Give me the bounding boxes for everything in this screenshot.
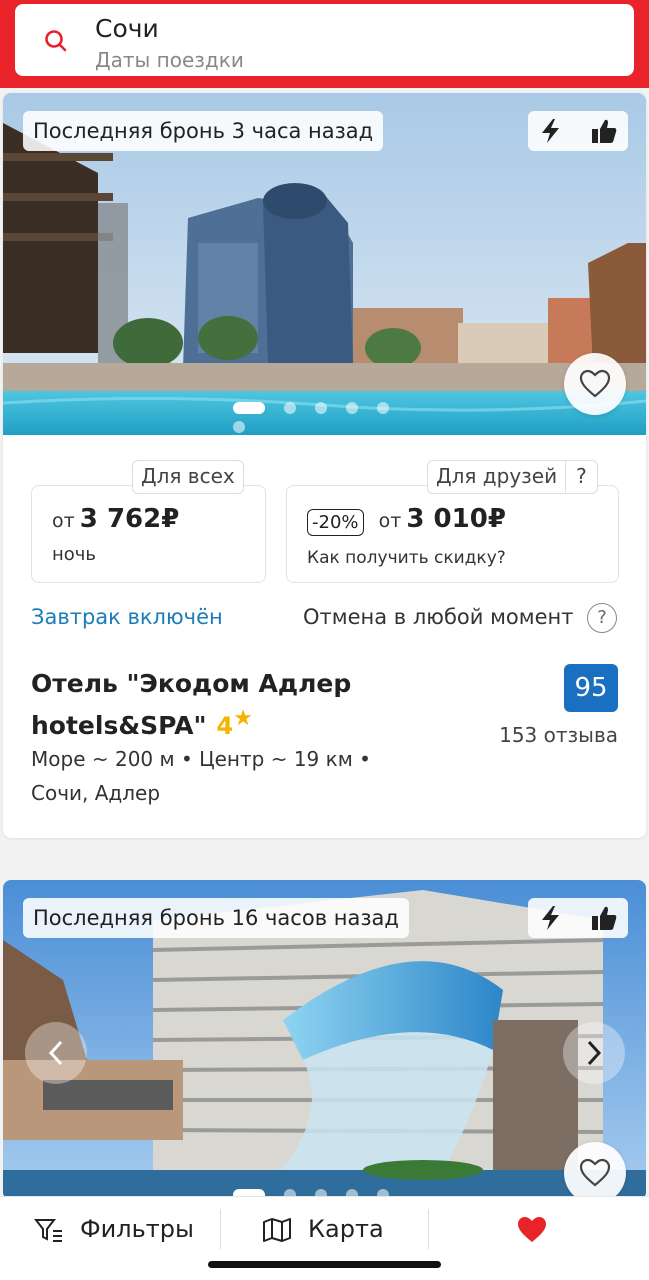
reviews-count[interactable]: 153 отзыва xyxy=(499,723,618,747)
filters-label: Фильтры xyxy=(80,1215,194,1243)
price-for-all[interactable]: Для всех от 3 762₽ ночь xyxy=(31,460,266,583)
star-icon: ★ xyxy=(233,706,253,731)
map-button[interactable]: Карта xyxy=(262,1211,384,1247)
feature-badges xyxy=(528,898,628,938)
friends-help-button[interactable]: ? xyxy=(565,461,589,492)
chevron-left-icon xyxy=(48,1040,63,1066)
how-to-get-discount-link[interactable]: Как получить скидку? xyxy=(307,548,506,568)
heart-outline-icon xyxy=(579,1158,611,1187)
favorites-button[interactable] xyxy=(516,1216,548,1248)
home-indicator xyxy=(208,1261,441,1268)
discount-badge: -20% xyxy=(307,509,364,536)
free-cancellation: Отмена в любой момент xyxy=(303,605,574,629)
heart-outline-icon xyxy=(579,369,611,398)
filter-icon xyxy=(33,1219,62,1242)
star-rating: 4★ xyxy=(216,706,253,740)
price-value-friends: 3 010₽ xyxy=(406,504,506,534)
search-icon xyxy=(45,30,67,52)
cancellation-help-button[interactable]: ? xyxy=(587,603,617,633)
price-from-label: от xyxy=(378,510,402,532)
favorite-button[interactable] xyxy=(564,353,626,415)
lightning-icon xyxy=(542,906,559,930)
map-icon xyxy=(263,1218,291,1242)
price-per-night: ночь xyxy=(52,544,97,565)
last-booking-badge: Последняя бронь 3 часа назад xyxy=(23,111,384,151)
hotel-card[interactable]: Последняя бронь 3 часа назад Для всех от… xyxy=(3,93,646,838)
next-photo-button[interactable] xyxy=(563,1022,625,1084)
thumbs-up-icon xyxy=(592,906,617,930)
rating-badge: 95 xyxy=(564,664,618,712)
last-booking-badge: Последняя бронь 16 часов назад xyxy=(23,898,409,938)
divider xyxy=(428,1209,429,1249)
price-tag-friends-label: Для друзей xyxy=(436,464,558,488)
filters-button[interactable]: Фильтры xyxy=(33,1211,194,1247)
distances: Море ~ 200 м • Центр ~ 19 км • xyxy=(31,747,371,771)
price-tag-all: Для всех xyxy=(132,460,244,494)
carousel-indicator xyxy=(233,397,433,433)
hotel-name-text: Отель "Экодом Адлер hotels&SPA" xyxy=(31,669,352,740)
heart-icon xyxy=(518,1217,546,1242)
price-value: 3 762₽ xyxy=(79,504,180,534)
search-dates-placeholder: Даты поездки xyxy=(95,48,244,72)
price-tag-friends: Для друзей? xyxy=(427,460,598,494)
thumbs-up-icon xyxy=(592,119,617,143)
hotel-location: Сочи, Адлер xyxy=(31,781,161,805)
breakfast-included: Завтрак включён xyxy=(31,605,223,629)
price-for-friends[interactable]: Для друзей? -20% от 3 010₽ Как получить … xyxy=(286,460,619,583)
previous-photo-button[interactable] xyxy=(25,1022,87,1084)
search-field[interactable]: Сочи Даты поездки xyxy=(15,4,634,76)
price-from-label: от xyxy=(52,510,75,532)
map-label: Карта xyxy=(308,1215,384,1243)
bottom-bar: Фильтры Карта xyxy=(0,1196,649,1280)
lightning-icon xyxy=(542,119,559,143)
header: Сочи Даты поездки xyxy=(0,0,649,88)
star-count: 4 xyxy=(216,712,234,740)
chevron-right-icon xyxy=(587,1040,602,1066)
hotel-card[interactable]: Последняя бронь 16 часов назад xyxy=(3,880,646,1200)
search-city: Сочи xyxy=(95,14,159,43)
hotel-name[interactable]: Отель "Экодом Адлер hotels&SPA" 4★ xyxy=(31,666,431,744)
feature-badges xyxy=(528,111,628,151)
divider xyxy=(220,1209,221,1249)
favorite-button[interactable] xyxy=(564,1142,626,1200)
